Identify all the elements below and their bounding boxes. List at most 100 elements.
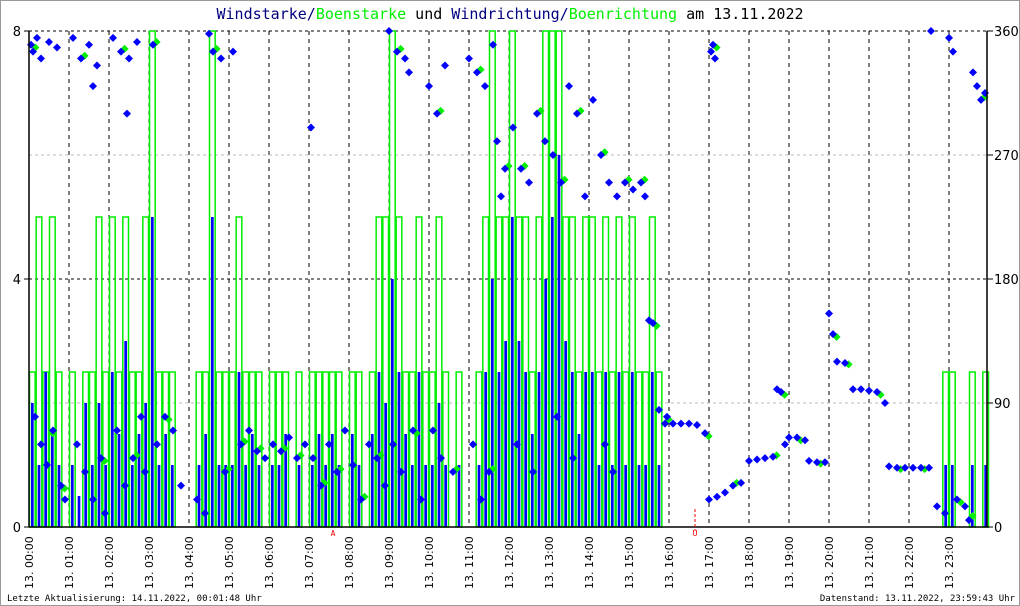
- sunrise-marker: A: [331, 529, 336, 538]
- right-tick-label: 270: [994, 149, 1019, 164]
- wind-bar: [71, 465, 74, 527]
- wind-bar: [51, 434, 54, 527]
- wind-bar: [577, 434, 581, 527]
- wind-direction-point: [217, 54, 225, 63]
- wind-direction-point: [613, 192, 621, 201]
- right-tick-label: 180: [994, 273, 1019, 288]
- wind-bar: [444, 465, 447, 527]
- data-timestamp: Datenstand: 13.11.2022, 23:59:43 Uhr: [820, 594, 1016, 604]
- wind-direction-point: [481, 82, 489, 91]
- wind-bar: [631, 372, 634, 527]
- wind-bar: [477, 465, 481, 527]
- x-tick-label: 13. 10:00: [423, 536, 436, 589]
- wind-direction-point: [137, 412, 145, 421]
- wind-bar: [44, 372, 47, 527]
- wind-direction-point: [441, 61, 449, 70]
- wind-direction-point: [949, 47, 957, 56]
- sunset-marker: U: [693, 529, 698, 538]
- wind-bar: [411, 465, 414, 527]
- wind-direction-point: [581, 192, 589, 201]
- wind-bar: [617, 372, 621, 527]
- wind-bar: [431, 465, 434, 527]
- wind-direction-point: [973, 82, 981, 91]
- wind-bar: [597, 465, 601, 527]
- wind-direction-point: [425, 82, 433, 91]
- wind-bar: [531, 434, 534, 527]
- wind-bar: [497, 372, 501, 527]
- wind-bar: [951, 465, 954, 527]
- wind-bar: [97, 403, 101, 527]
- wind-bar: [237, 372, 241, 527]
- wind-direction-point: [125, 54, 133, 63]
- wind-bar: [637, 465, 641, 527]
- wind-bar: [557, 155, 561, 527]
- chart-title: Windstarke/Boenstarke und Windrichtung/B…: [216, 5, 803, 23]
- wind-bar: [424, 465, 427, 527]
- right-tick-label: 360: [994, 25, 1019, 40]
- wind-direction-point: [493, 137, 501, 146]
- wind-direction-point: [153, 440, 161, 449]
- wind-direction-point: [307, 123, 315, 132]
- wind-bar: [404, 434, 407, 527]
- wind-direction-point: [857, 385, 865, 394]
- wind-direction-point: [113, 426, 121, 435]
- x-tick-label: 13. 23:00: [943, 536, 956, 589]
- wind-bar: [231, 465, 234, 527]
- wind-direction-point: [761, 454, 769, 463]
- wind-bar: [524, 372, 527, 527]
- wind-bar: [164, 434, 167, 527]
- x-tick-label: 13. 03:00: [143, 536, 156, 589]
- wind-direction-point: [93, 61, 101, 70]
- wind-direction-point: [745, 456, 753, 465]
- wind-direction-point: [849, 385, 857, 394]
- x-tick-label: 13. 04:00: [183, 536, 196, 589]
- wind-direction-point: [705, 495, 713, 504]
- wind-bar: [457, 465, 461, 527]
- wind-direction-point: [629, 185, 637, 194]
- wind-bar: [604, 372, 607, 527]
- wind-bar: [77, 496, 81, 527]
- wind-bar: [131, 465, 134, 527]
- wind-direction-point: [73, 440, 81, 449]
- x-tick-label: 13. 14:00: [583, 536, 596, 589]
- wind-bar: [644, 465, 647, 527]
- wind-direction-point: [881, 399, 889, 407]
- wind-direction-point: [711, 54, 719, 63]
- wind-direction-point: [177, 481, 185, 490]
- wind-bar: [651, 372, 654, 527]
- title-sep: /: [560, 5, 569, 23]
- wind-bar: [517, 341, 521, 527]
- wind-bar: [504, 341, 507, 527]
- wind-direction-point: [641, 192, 649, 201]
- wind-bar: [544, 279, 547, 527]
- wind-bar: [624, 465, 627, 527]
- x-tick-label: 13. 18:00: [743, 536, 756, 589]
- wind-bar: [511, 217, 514, 527]
- x-tick-label: 13. 19:00: [783, 536, 796, 589]
- wind-direction-point: [465, 54, 473, 63]
- wind-direction-point: [805, 456, 813, 465]
- wind-direction-point: [801, 436, 809, 445]
- wind-direction-point: [721, 488, 729, 497]
- wind-bar: [491, 279, 494, 527]
- wind-direction-point: [385, 27, 393, 35]
- x-tick-label: 13. 07:00: [303, 536, 316, 589]
- wind-direction-point: [229, 47, 237, 56]
- wind-direction-point: [45, 38, 53, 47]
- wind-bar: [331, 434, 334, 527]
- wind-direction-point: [885, 462, 893, 471]
- wind-direction-point: [677, 419, 685, 428]
- wind-direction-point: [89, 82, 97, 91]
- left-tick-label: 4: [13, 273, 21, 288]
- wind-bar: [377, 372, 381, 527]
- wind-direction-point: [133, 38, 141, 47]
- wind-direction-point: [969, 68, 977, 77]
- wind-direction-point: [693, 421, 701, 430]
- wind-bar: [551, 217, 554, 527]
- wind-bar: [324, 465, 327, 527]
- wind-bar: [144, 403, 147, 527]
- x-tick-label: 13. 11:00: [463, 536, 476, 589]
- wind-bar: [391, 279, 394, 527]
- wind-bar: [111, 372, 114, 527]
- wind-bar: [417, 372, 421, 527]
